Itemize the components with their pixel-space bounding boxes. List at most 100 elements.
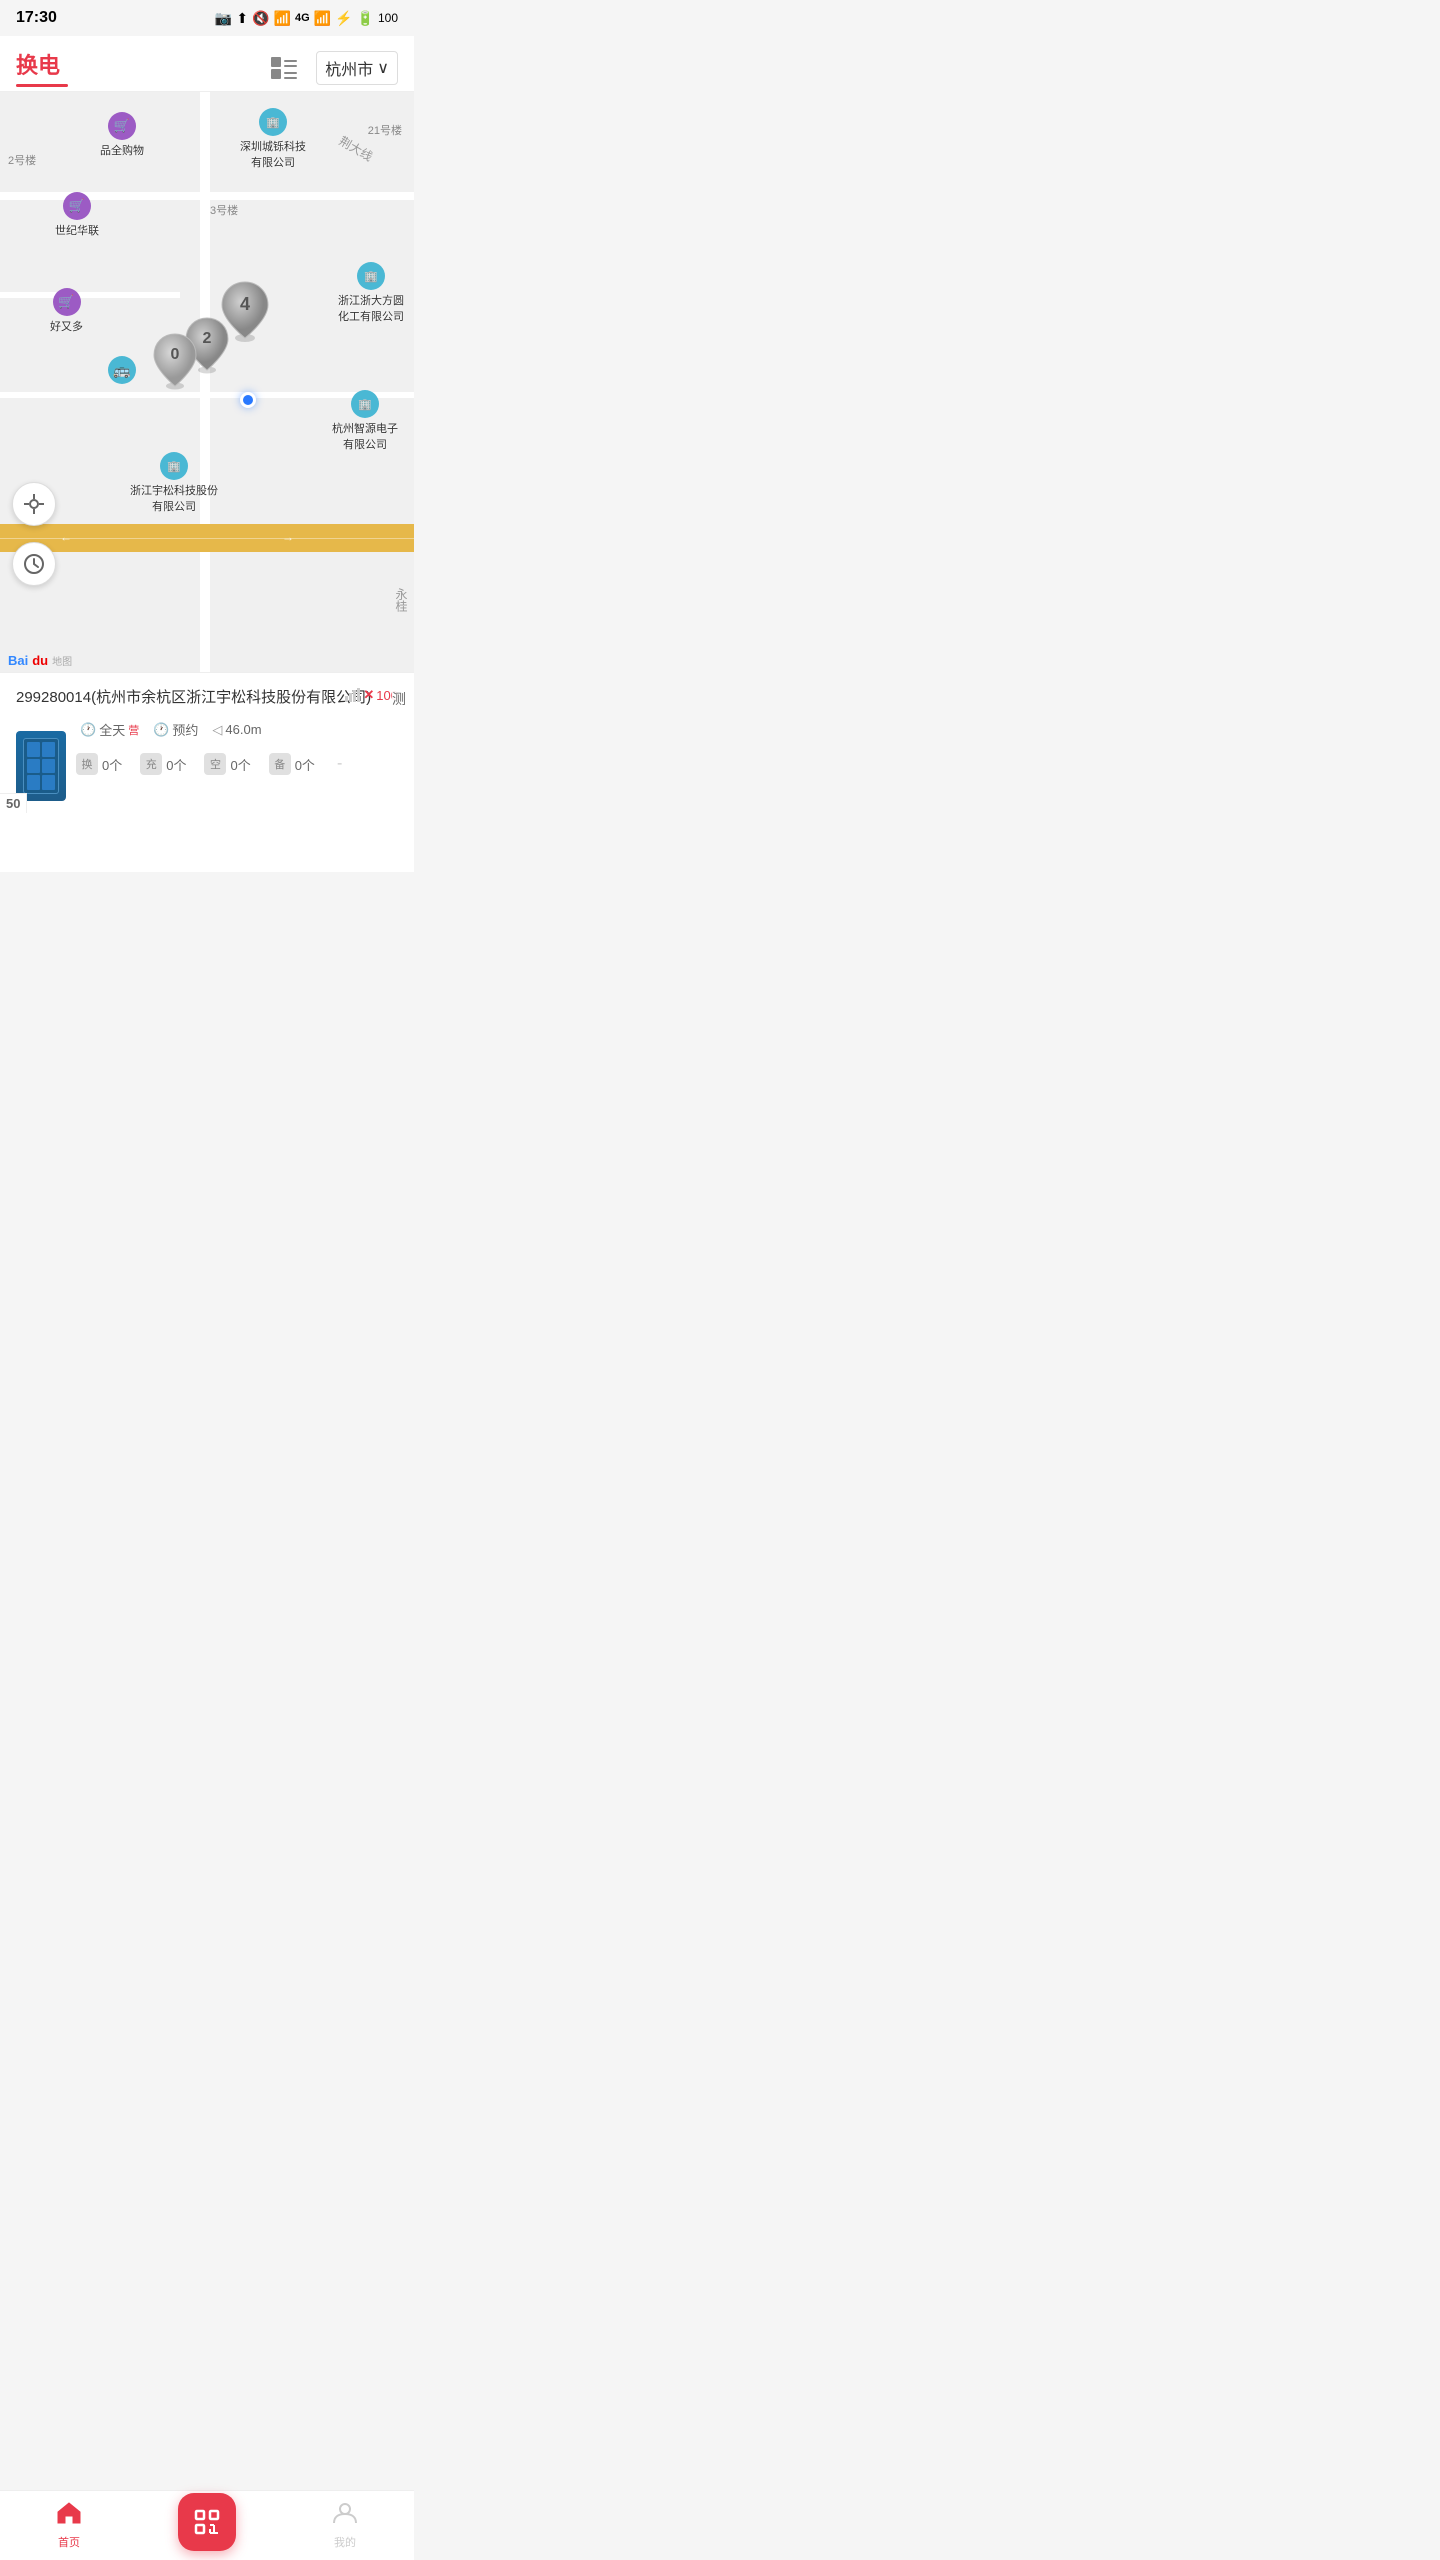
svg-text:4: 4 — [240, 294, 250, 314]
stat-charge: 充 0个 — [140, 753, 186, 775]
status-icons: 📷 ⬆ 🔇 📶 4G 📶 ⚡ 🔋 100 — [215, 10, 398, 27]
stat-backup-icon: 备 — [269, 753, 291, 775]
poi-label-pinquangouwu: 品全购物 — [100, 142, 144, 158]
poi-label-shenzhenchengxiang: 深圳城铄科技有限公司 — [240, 138, 306, 170]
stat-backup-count: 0个 — [295, 755, 315, 774]
signal-bars-icon: 📶 — [314, 10, 331, 27]
station-address: (杭州市余杭区浙江宇松科技股份有限公司) — [91, 689, 371, 706]
booking-clock-icon: 🕐 — [153, 722, 169, 738]
stat-charge-count: 0个 — [166, 755, 186, 774]
poi-zhejiangyusong[interactable]: 🏢 浙江宇松科技股份有限公司 — [130, 452, 218, 514]
left-number-badge: 50 — [0, 793, 27, 813]
bus-stop-icon: 🚌 — [108, 356, 136, 384]
station-image — [16, 731, 66, 801]
distance-item: ◁ 46.0m — [212, 722, 261, 738]
baidu-logo: Bai — [8, 653, 28, 668]
poi-label-zhejianghualian: 浙江浙大方圆化工有限公司 — [338, 292, 404, 324]
map-pin-0[interactable]: 0 — [150, 332, 200, 390]
cabinet-slot-4 — [42, 759, 55, 774]
stat-empty-icon: 空 — [204, 753, 226, 775]
poi-hangzhouzhiyuan[interactable]: 🏢 杭州智源电子有限公司 — [332, 390, 398, 452]
stat-empty: 空 0个 — [204, 753, 250, 775]
road-label-yong: 永桂 — [393, 588, 410, 612]
current-location-dot — [240, 392, 256, 408]
home-icon — [56, 2501, 82, 2532]
camera-icon: 📷 — [215, 10, 232, 27]
poi-icon-hangzhouzhiyuan: 🏢 — [351, 390, 379, 418]
cabinet-graphic — [23, 738, 59, 794]
stat-dash: - — [337, 755, 342, 773]
stat-swap-icon: 换 — [76, 753, 98, 775]
poi-icon-shijihualian: 🛒 — [63, 192, 91, 220]
poi-label-zhejiangyusong: 浙江宇松科技股份有限公司 — [130, 482, 218, 514]
nav-icon: ◁ — [212, 722, 222, 738]
svg-text:2: 2 — [203, 330, 212, 347]
lightning-icon: ⚡ — [335, 10, 352, 27]
header: 换电 杭州市 ∨ — [0, 36, 414, 92]
poi-zhejianghualian[interactable]: 🏢 浙江浙大方圆化工有限公司 — [338, 262, 404, 324]
signal-x-icon: ✕ — [363, 687, 374, 703]
grid-list-toggle-button[interactable] — [268, 52, 300, 84]
station-meta: 🕐 全天 营 🕐 预约 ◁ 46.0m — [16, 720, 398, 739]
poi-shenzhenchengxiang[interactable]: 🏢 深圳城铄科技有限公司 — [240, 108, 306, 170]
page-title: 换电 — [16, 48, 60, 80]
signal-badge: ✕ 100 — [345, 687, 398, 703]
poi-shijihualian[interactable]: 🛒 世纪华联 — [55, 192, 99, 238]
scan-button[interactable] — [178, 2493, 236, 2551]
title-underline — [16, 84, 68, 87]
poi-icon-shenzhenchengxiang: 🏢 — [259, 108, 287, 136]
poi-icon-haoyoudo: 🛒 — [53, 288, 81, 316]
poi-haoyoudo[interactable]: 🛒 好又多 — [50, 288, 83, 334]
map-container[interactable]: 荆大线 ← → 永桂 21号楼 2号楼 3号楼 🛒 品全购物 🏢 深圳城铄科技有… — [0, 92, 414, 672]
mute-icon: 🔇 — [252, 10, 269, 27]
city-selector[interactable]: 杭州市 ∨ — [316, 51, 398, 85]
history-button[interactable] — [12, 542, 56, 586]
road-vertical — [200, 92, 210, 672]
wifi-icon: 📶 — [274, 10, 291, 27]
clock-icon: 🕐 — [80, 722, 96, 738]
status-time: 17:30 — [16, 9, 57, 27]
booking-label: 预约 — [172, 720, 198, 739]
signal-4g-icon: 4G — [295, 12, 310, 24]
station-stats: 换 0个 充 0个 空 0个 备 0个 - — [76, 753, 398, 775]
poi-label-hangzhouzhiyuan: 杭州智源电子有限公司 — [332, 420, 398, 452]
baidu-watermark: Bai du 地图 — [8, 653, 72, 668]
nav-home[interactable]: 首页 — [0, 2501, 138, 2550]
cabinet-slot-2 — [42, 742, 55, 757]
user-icon — [332, 2501, 358, 2532]
cabinet-slot-1 — [27, 742, 40, 757]
svg-text:0: 0 — [171, 346, 180, 363]
battery-level: 100 — [378, 11, 398, 25]
road-arrow-left: ← — [60, 530, 72, 544]
home-label: 首页 — [58, 2534, 80, 2550]
chevron-down-icon: ∨ — [377, 58, 389, 78]
cabinet-slot-6 — [42, 775, 55, 790]
cabinet-slot-3 — [27, 759, 40, 774]
header-right: 杭州市 ∨ — [268, 51, 398, 85]
road-arrow-right: → — [282, 530, 294, 544]
poi-icon-zhejianghualian: 🏢 — [357, 262, 385, 290]
stat-swap: 换 0个 — [76, 753, 122, 775]
station-id: 299280014 — [16, 689, 91, 706]
my-label: 我的 — [334, 2534, 356, 2550]
usb-icon: ⬆ — [236, 10, 248, 27]
stat-empty-count: 0个 — [230, 755, 250, 774]
station-info-card: ✕ 100 测 299280014(杭州市余杭区浙江宇松科技股份有限公司) 🕐 … — [0, 672, 414, 872]
stat-backup: 备 0个 — [269, 753, 315, 775]
header-left: 换电 — [16, 48, 68, 87]
poi-icon-zhejiangyusong: 🏢 — [160, 452, 188, 480]
city-name: 杭州市 — [325, 56, 373, 80]
locate-button[interactable] — [12, 482, 56, 526]
battery-icon: 🔋 — [357, 10, 374, 27]
baidu-logo-text: 地图 — [52, 653, 72, 668]
poi-pinquangouwu[interactable]: 🛒 品全购物 — [100, 112, 144, 158]
stat-charge-icon: 充 — [140, 753, 162, 775]
bottom-navigation: 首页 我的 — [0, 2490, 414, 2560]
poi-icon-pinquangouwu: 🛒 — [108, 112, 136, 140]
nav-my[interactable]: 我的 — [276, 2501, 414, 2550]
station-title: 299280014(杭州市余杭区浙江宇松科技股份有限公司) — [16, 687, 398, 708]
poi-label-shijihualian: 世纪华联 — [55, 222, 99, 238]
nav-scan[interactable] — [138, 2493, 276, 2559]
status-bar: 17:30 📷 ⬆ 🔇 📶 4G 📶 ⚡ 🔋 100 — [0, 0, 414, 36]
partial-right-label: 测 — [392, 687, 414, 711]
